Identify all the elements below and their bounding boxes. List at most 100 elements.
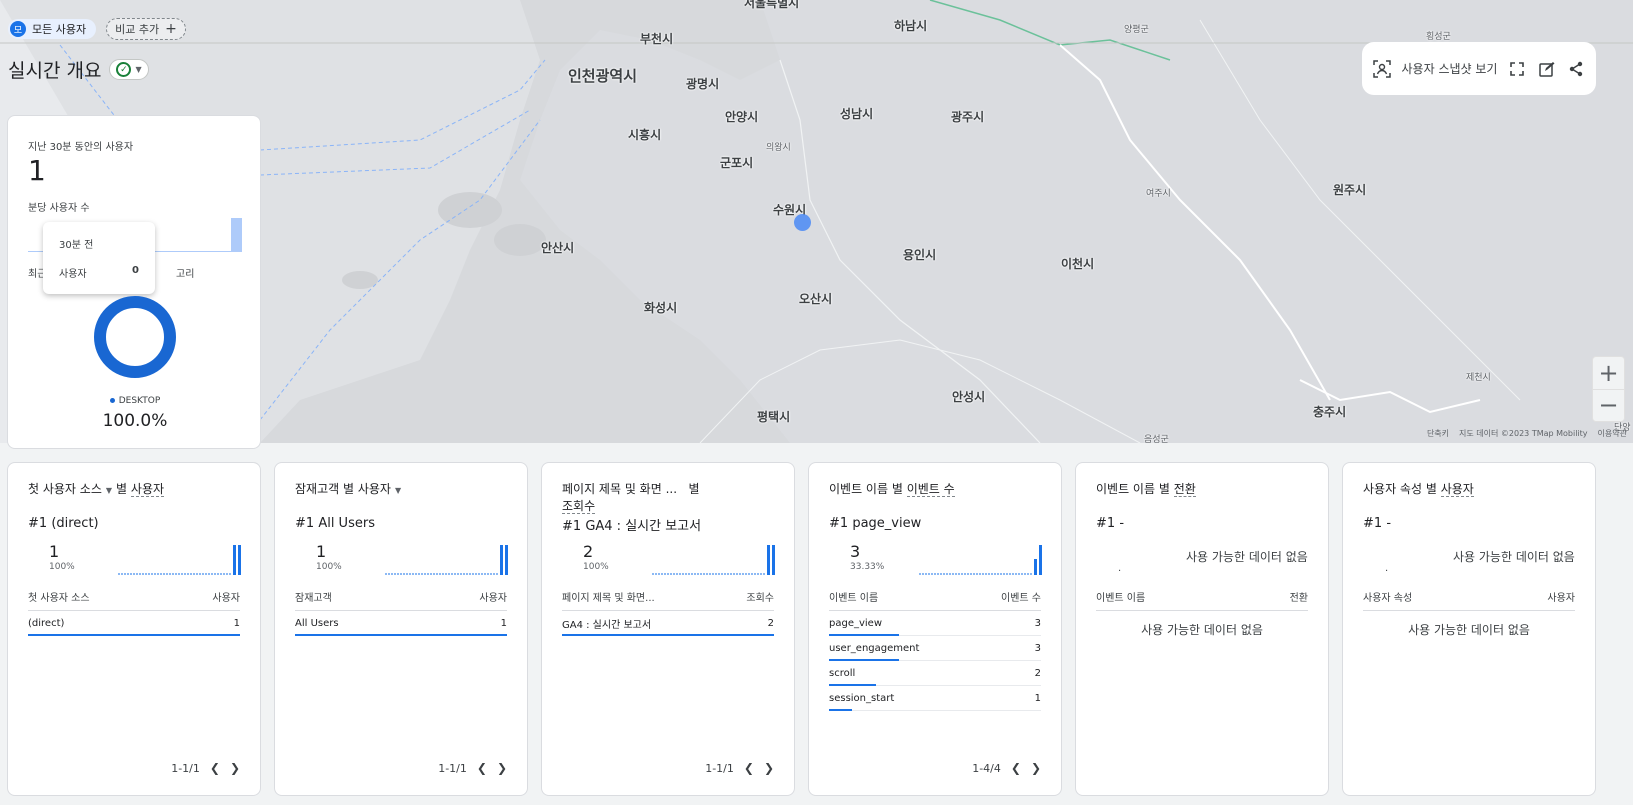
top-name: GA4 : 실시간 보고서 (585, 519, 702, 534)
card-title[interactable]: 페이지 제목 및 화면 ... 별 조회수 (562, 481, 774, 515)
column-header-dimension: 이벤트 이름 (829, 593, 879, 604)
card-title[interactable]: 잠재고객 별 사용자 ▼ (295, 481, 507, 499)
pager-range: 1-4/4 (972, 761, 1001, 775)
row-value: 3 (1034, 642, 1041, 654)
top-rank: #1 (1096, 516, 1116, 531)
table-header: 페이지 제목 및 화면... 조회수 (562, 589, 774, 611)
card-user-property: 사용자 속성 별 사용자 #1 - . 사용 가능한 데이터 없음 사용자 속성… (1342, 462, 1596, 796)
top-rank: #1 (829, 516, 849, 531)
data-status-dropdown[interactable]: ✓ ▼ (109, 59, 149, 80)
add-comparison-button[interactable]: 비교 추가 + (106, 18, 186, 40)
map-label-anseong: 안성시 (952, 390, 986, 404)
map-label-incheon: 인천광역시 (568, 67, 638, 85)
card-title-metric[interactable]: 전환 (1173, 482, 1196, 497)
card-title[interactable]: 사용자 속성 별 사용자 (1363, 481, 1575, 498)
pager-range: 1-1/1 (171, 761, 200, 775)
card-top-item: #1 All Users (295, 516, 507, 531)
zoom-in-button[interactable]: + (1593, 357, 1624, 389)
chart-tooltip: 30분 전 사용자 0 (43, 222, 155, 294)
device-donut-chart[interactable] (92, 294, 178, 380)
chevron-left-icon[interactable]: ❮ (744, 761, 754, 775)
users-last-30min-card: 지난 30분 동안의 사용자 1 분당 사용자 수 최근 고리 30분 전 사용… (7, 115, 261, 449)
map-label-hwaseong: 화성시 (644, 301, 678, 315)
zoom-out-button[interactable]: − (1593, 388, 1624, 422)
table-body: GA4 : 실시간 보고서 2 (562, 611, 774, 636)
card-title-dimension[interactable]: 페이지 제목 및 화면 ... (562, 482, 677, 496)
minute-bar[interactable] (231, 218, 242, 252)
table-row[interactable]: session_start 1 (829, 686, 1041, 711)
segment-chip-all-users[interactable]: 모 모든 사용자 (8, 19, 97, 39)
table-row[interactable]: GA4 : 실시간 보고서 2 (562, 611, 774, 636)
chevron-right-icon[interactable]: ❯ (497, 761, 507, 775)
chevron-right-icon[interactable]: ❯ (764, 761, 774, 775)
top-percent: 100% (316, 562, 342, 572)
card-first-user-source: 첫 사용자 소스 ▼ 별 사용자 #1 (direct) 1 100% 첫 사용자 … (7, 462, 261, 796)
chevron-right-icon[interactable]: ❯ (230, 761, 240, 775)
card-title-metric[interactable]: 사용자 (130, 482, 165, 497)
top-rank: #1 (295, 516, 315, 531)
column-header-metric: 사용자 (479, 593, 507, 604)
table-row[interactable]: page_view 3 (829, 611, 1041, 636)
pager: 1-1/1 ❮ ❯ (705, 761, 774, 775)
row-value: 1 (1034, 692, 1041, 704)
card-title-dimension[interactable]: 이벤트 이름 별 (1096, 482, 1170, 496)
caret-down-icon[interactable]: ▼ (106, 486, 112, 495)
row-name: user_engagement (829, 642, 920, 654)
table-header: 이벤트 이름 전환 (1096, 589, 1308, 611)
caret-down-icon[interactable]: ▼ (395, 486, 401, 495)
realtime-cards: 첫 사용자 소스 ▼ 별 사용자 #1 (direct) 1 100% 첫 사용자 … (7, 462, 1596, 796)
table-row[interactable]: user_engagement 3 (829, 636, 1041, 661)
card-title[interactable]: 이벤트 이름 별 이벤트 수 (829, 481, 1041, 498)
card-title-dimension[interactable]: 이벤트 이름 별 (829, 482, 903, 496)
device-section-label-end: 고리 (176, 269, 195, 280)
table-row[interactable]: (direct) 1 (28, 611, 240, 636)
map-label-bucheon: 부천시 (640, 32, 674, 46)
chevron-left-icon[interactable]: ❮ (210, 761, 220, 775)
map-label-gwangmyeong: 광명시 (686, 77, 720, 91)
top-value: 1 (316, 542, 327, 561)
map-label-yeoju: 여주시 (1146, 189, 1171, 199)
table-row[interactable]: scroll 2 (829, 661, 1041, 686)
map-attribution: 단축키 지도 데이터 ©2023 TMap Mobility 이용약관 (1427, 428, 1627, 439)
edit-report-icon[interactable] (1537, 59, 1557, 79)
fullscreen-icon[interactable] (1507, 59, 1527, 79)
users-30min-label: 지난 30분 동안의 사용자 (28, 142, 134, 153)
terms-link[interactable]: 이용약관 (1598, 428, 1627, 439)
column-header-metric: 이벤트 수 (1001, 593, 1041, 604)
column-header-metric: 조회수 (746, 593, 774, 604)
row-share-bar (28, 634, 240, 636)
map-label-icheon: 이천시 (1061, 257, 1095, 271)
card-title-metric[interactable]: 조회수 (562, 499, 596, 514)
chevron-right-icon[interactable]: ❯ (1031, 761, 1041, 775)
column-header-dimension: 사용자 속성 (1363, 593, 1413, 604)
card-title-metric[interactable]: 이벤트 수 (906, 482, 955, 497)
card-title-dimension[interactable]: 잠재고객 별 사용자 (295, 482, 391, 496)
pager-range: 1-1/1 (705, 761, 734, 775)
shortcut-link[interactable]: 단축키 (1427, 428, 1449, 439)
chevron-left-icon[interactable]: ❮ (477, 761, 487, 775)
table-row[interactable]: All Users 1 (295, 611, 507, 636)
no-data-message: 사용 가능한 데이터 없음 (1141, 623, 1263, 637)
card-title-metric[interactable]: 사용자 (1440, 482, 1474, 497)
row-value: 2 (767, 617, 774, 629)
row-value: 3 (1034, 617, 1041, 629)
card-top-item: #1 - (1096, 516, 1308, 531)
user-location-marker[interactable] (794, 214, 811, 231)
card-title[interactable]: 첫 사용자 소스 ▼ 별 사용자 (28, 481, 240, 499)
person-frame-icon[interactable] (1372, 59, 1392, 79)
map-label-seongnam: 성남시 (840, 107, 874, 121)
user-snapshot-button[interactable]: 사용자 스냅샷 보기 (1402, 60, 1498, 77)
card-title-dimension[interactable]: 첫 사용자 소스 (28, 482, 102, 496)
top-name: All Users (318, 516, 375, 531)
tooltip-value: 0 (132, 265, 139, 276)
card-title-dimension[interactable]: 사용자 속성 별 (1363, 482, 1437, 496)
map-label-seoul: 서울특별시 (744, 0, 800, 10)
column-header-dimension: 잠재고객 (295, 593, 332, 604)
table-body: All Users 1 (295, 611, 507, 636)
legend-label-desktop: DESKTOP (118, 396, 161, 406)
pager: 1-4/4 ❮ ❯ (972, 761, 1041, 775)
card-top-item: #1 GA4 : 실시간 보고서 (562, 515, 774, 534)
share-icon[interactable] (1567, 59, 1587, 79)
chevron-left-icon[interactable]: ❮ (1011, 761, 1021, 775)
card-title[interactable]: 이벤트 이름 별 전환 (1096, 481, 1308, 498)
